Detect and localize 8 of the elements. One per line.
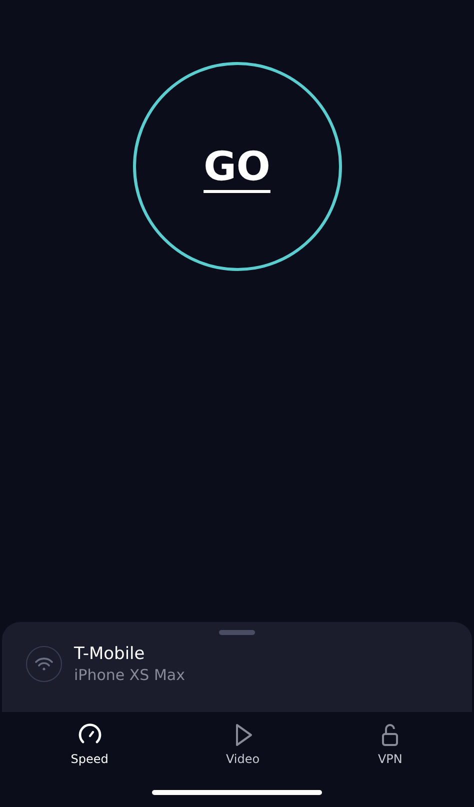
tab[interactable]: Speed (50, 722, 128, 768)
tab[interactable]: VPN (357, 722, 424, 768)
device-name: iPhone XS Max (74, 665, 185, 685)
tab[interactable]: Video (206, 722, 280, 768)
carrier-name: T-Mobile (74, 643, 146, 665)
go-button[interactable]: GO (132, 62, 342, 271)
wifi-icon (26, 646, 62, 682)
drag-handle[interactable] (219, 630, 255, 635)
